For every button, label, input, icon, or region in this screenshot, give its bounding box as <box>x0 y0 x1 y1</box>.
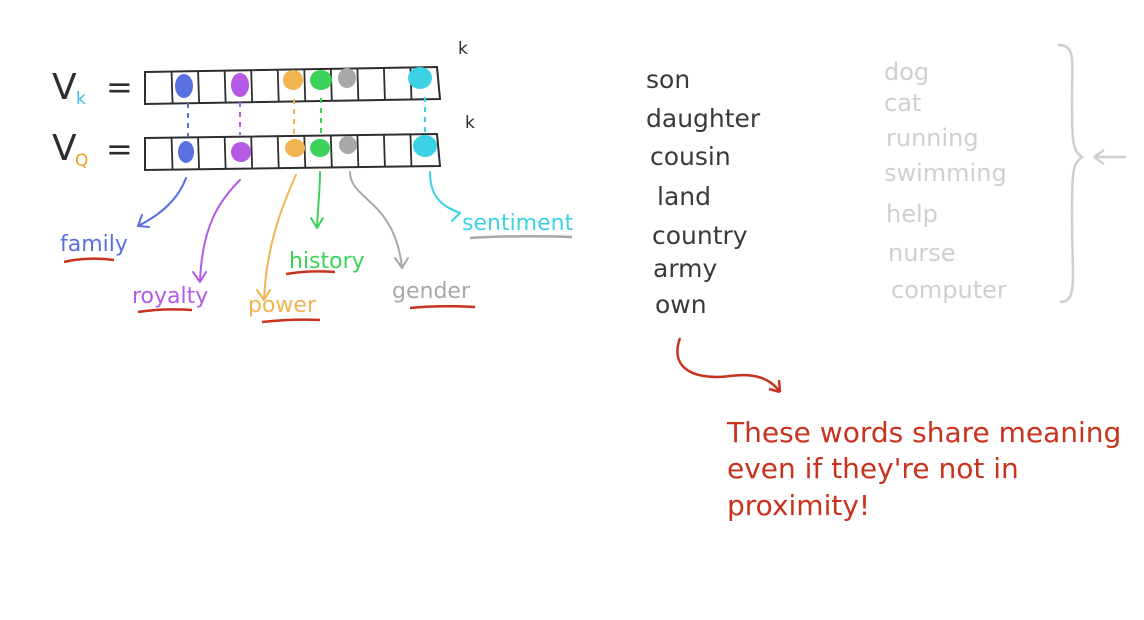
vk-cell-divider <box>250 70 254 103</box>
vk-cell-divider <box>223 70 227 103</box>
vector-vk-superscript: k <box>458 39 468 59</box>
vector-vk-subscript: k <box>76 89 86 109</box>
word-army: army <box>653 254 718 283</box>
vk-cell-royalty <box>231 73 249 97</box>
vq-cell-royalty <box>231 142 251 162</box>
vq-cell-divider <box>329 135 333 168</box>
vk-cell-power <box>283 70 303 90</box>
note-arrow <box>676 337 782 393</box>
vector-vq-symbol: V <box>52 128 77 169</box>
arrow-power <box>263 174 297 301</box>
note-line-3: proximity! <box>727 489 870 522</box>
vq-cell-history <box>310 139 330 157</box>
underline-gender <box>409 305 476 310</box>
vq-cell-sentiment <box>413 135 437 157</box>
word-cousin: cousin <box>650 142 731 171</box>
word-nurse: nurse <box>888 239 956 267</box>
vq-cell-divider <box>223 136 227 169</box>
vk-cell-family <box>175 74 193 98</box>
brace-arrow-icon <box>1093 148 1126 166</box>
word-help: help <box>886 200 938 228</box>
vq-cell-power <box>285 139 305 157</box>
vector-vq-highlights <box>178 135 437 163</box>
feature-label-power: power <box>248 293 317 318</box>
word-daughter: daughter <box>646 104 761 133</box>
arrow-history <box>316 171 321 229</box>
underline-royalty <box>137 308 193 314</box>
vector-vk-equals: = <box>106 68 133 106</box>
word-swimming: swimming <box>884 159 1007 187</box>
vq-cell-gender <box>339 136 357 154</box>
word-dog: dog <box>884 58 929 86</box>
vector-vk-symbol: V <box>52 67 77 108</box>
vector-vq-superscript: k <box>465 113 475 133</box>
vk-cell-gender <box>338 68 356 88</box>
shared-word-list: son daughter cousin land country army ow… <box>646 65 761 319</box>
arrow-sentiment <box>429 171 461 214</box>
vk-cell-sentiment <box>408 67 432 89</box>
vector-vq-equals: = <box>106 130 133 168</box>
diagram-canvas: V k = k V Q = k family royalty power his… <box>52 39 1126 522</box>
arrow-royalty <box>199 179 241 283</box>
vk-cell-divider <box>383 67 386 100</box>
vq-cell-family <box>178 141 194 163</box>
curly-brace <box>1057 43 1085 304</box>
vk-cell-divider <box>276 69 280 102</box>
vk-cell-divider <box>303 69 307 102</box>
word-country: country <box>652 221 748 250</box>
note-line-1: These words share meaning <box>726 416 1121 449</box>
vk-cell-history <box>310 70 332 90</box>
word-son: son <box>646 65 690 94</box>
underline-power <box>261 318 321 324</box>
faded-word-list: dog cat running swimming help nurse comp… <box>884 58 1007 304</box>
vq-cell-divider <box>409 134 413 167</box>
vk-cell-divider <box>197 71 200 104</box>
vq-cell-divider <box>356 135 360 168</box>
word-running: running <box>886 124 979 152</box>
underline-family <box>63 257 115 264</box>
vq-cell-divider <box>303 135 307 168</box>
vq-cell-divider <box>170 137 174 170</box>
feature-label-royalty: royalty <box>132 284 208 309</box>
note-line-2: even if they're not in <box>727 452 1019 485</box>
feature-label-sentiment: sentiment <box>462 211 574 236</box>
word-computer: computer <box>891 276 1007 304</box>
word-own: own <box>655 290 707 319</box>
note: These words share meaning even if they'r… <box>726 416 1121 522</box>
feature-label-gender: gender <box>392 279 471 304</box>
arrow-family <box>137 177 187 227</box>
vector-vq-subscript: Q <box>75 151 88 171</box>
feature-label-history: history <box>289 249 365 274</box>
vq-cell-divider <box>276 136 280 169</box>
vq-cell-divider <box>250 136 254 169</box>
word-land: land <box>657 182 711 211</box>
vector-vq: V Q = k <box>52 113 475 172</box>
vq-cell-divider <box>383 134 386 167</box>
vq-cell-divider <box>197 137 200 170</box>
vk-cell-divider <box>329 68 333 101</box>
word-cat: cat <box>884 89 921 117</box>
underline-sentiment <box>469 235 573 240</box>
vk-cell-divider <box>170 71 174 104</box>
feature-label-family: family <box>60 232 128 257</box>
vk-cell-divider <box>356 68 360 101</box>
vector-vk: V k = k <box>52 39 468 109</box>
